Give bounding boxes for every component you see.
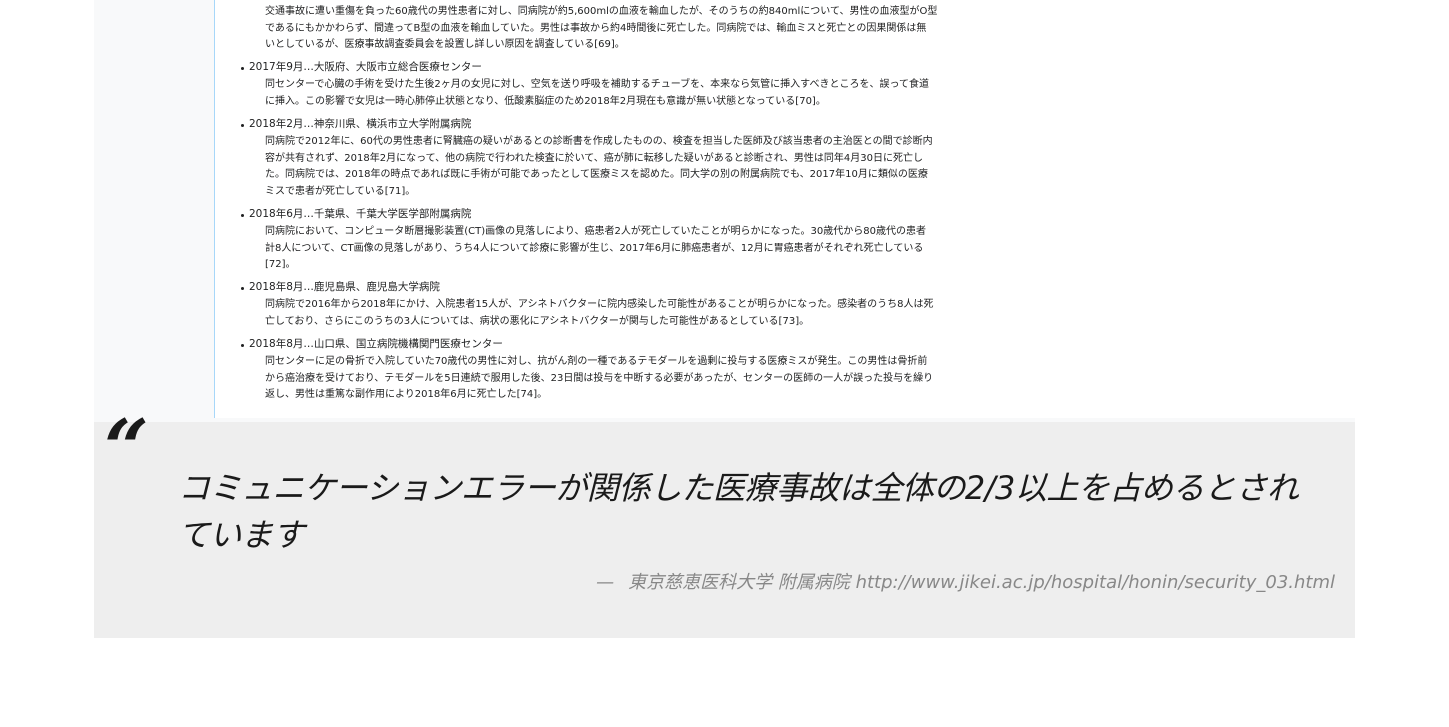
item-body: 同センターで心臓の手術を受けた生後2ヶ月の女児に対し、空気を送り呼吸を補助するチ… — [265, 77, 965, 110]
bullet-icon — [241, 214, 244, 217]
item-heading[interactable]: 2017年9月…大阪府、大阪市立総合医療センター — [249, 60, 482, 74]
bullet-icon — [241, 124, 244, 127]
quote-mark-icon: “ — [104, 403, 149, 494]
body-line: 同病院で2012年に、60代の男性患者に腎臓癌の疑いがあるとの診断書を作成したも… — [265, 136, 933, 147]
item-heading[interactable]: 2018年8月…鹿児島県、鹿児島大学病院 — [249, 280, 440, 294]
body-line: 同病院で2016年から2018年にかけ、入院患者15人が、アシネトバクターに院内… — [265, 299, 934, 310]
quote-text: コミュニケーションエラーが関係した医療事故は全体の2/3以上を占めるとされ てい… — [178, 465, 1328, 559]
item-body: 同病院で2012年に、60代の男性患者に腎臓癌の疑いがあるとの診断書を作成したも… — [265, 134, 965, 200]
bullet-icon — [241, 67, 244, 70]
bullet-icon — [241, 344, 244, 347]
item-body: 同病院で2016年から2018年にかけ、入院患者15人が、アシネトバクターに院内… — [265, 297, 965, 330]
body-line: 同センターで心臓の手術を受けた生後2ヶ月の女児に対し、空気を送り呼吸を補助するチ… — [265, 79, 929, 90]
source-dash: — — [596, 572, 615, 593]
body-line: に挿入。この影響で女児は一時心肺停止状態となり、低酸素脳症のため2018年2月現… — [265, 95, 826, 107]
quote-line: ています — [178, 516, 305, 554]
body-line: た。同病院では、2018年の時点であれば既に手術が可能であったとして医療ミスを認… — [265, 169, 928, 180]
item-heading[interactable]: 2018年2月…神奈川県、横浜市立大学附属病院 — [249, 117, 471, 131]
quote-source: — 東京慈恵医科大学 附属病院 http://www.jikei.ac.jp/ho… — [596, 572, 1335, 594]
article-content: 交通事故に遭い重傷を負った60歳代の男性患者に対し、同病院が約5,600mlの血… — [214, 0, 1355, 418]
bullet-icon — [241, 287, 244, 290]
body-line: 同センターに足の骨折で入院していた70歳代の男性に対し、抗がん剤の一種であるテモ… — [265, 356, 928, 367]
body-line: [72]。 — [265, 259, 296, 270]
body-line: であるにもかかわらず、間違ってB型の血液を輸血していた。男性は事故から約4時間後… — [265, 22, 927, 34]
item-heading[interactable]: 2018年6月…千葉県、千葉大学医学部附属病院 — [249, 207, 471, 221]
item-body: 同病院において、コンピュータ断層撮影装置(CT)画像の見落しにより、癌患者2人が… — [265, 224, 965, 274]
body-line: 返し、男性は重篤な副作用により2018年6月に死亡した[74]。 — [265, 389, 548, 400]
body-line: いとしているが、医療事故調査委員会を設置し詳しい原因を調査している[69]。 — [265, 39, 625, 50]
pull-quote: “ コミュニケーションエラーが関係した医療事故は全体の2/3以上を占めるとされ … — [94, 410, 1355, 638]
body-line: ミスで患者が死亡している[71]。 — [265, 185, 416, 197]
body-line: から癌治療を受けており、テモダールを5日連続で服用した後、23日間は投与を中断す… — [265, 372, 934, 384]
body-line: 計8人について、CT画像の見落しがあり、うち4人について診療に影響が生じ、201… — [265, 242, 924, 254]
item-heading[interactable]: 2018年8月…山口県、国立病院機構関門医療センター — [249, 337, 503, 351]
source-text[interactable]: 東京慈恵医科大学 附属病院 http://www.jikei.ac.jp/hos… — [628, 572, 1335, 593]
body-line: 容が共有されず、2018年2月になって、他の病院で行われた検査に於いて、癌が肺に… — [265, 152, 923, 164]
article-screenshot: 交通事故に遭い重傷を負った60歳代の男性患者に対し、同病院が約5,600mlの血… — [94, 0, 1355, 422]
body-line: 亡しており、さらにこのうちの3人については、病状の悪化にアシネトバクターが関与し… — [265, 315, 810, 327]
body-line: 交通事故に遭い重傷を負った60歳代の男性患者に対し、同病院が約5,600mlの血… — [265, 6, 938, 17]
body-line: 同病院において、コンピュータ断層撮影装置(CT)画像の見落しにより、癌患者2人が… — [265, 226, 927, 237]
item-body: 同センターに足の骨折で入院していた70歳代の男性に対し、抗がん剤の一種であるテモ… — [265, 354, 965, 404]
item-body: 交通事故に遭い重傷を負った60歳代の男性患者に対し、同病院が約5,600mlの血… — [265, 4, 965, 54]
quote-line: コミュニケーションエラーが関係した医療事故は全体の2/3以上を占めるとされ — [178, 469, 1299, 507]
